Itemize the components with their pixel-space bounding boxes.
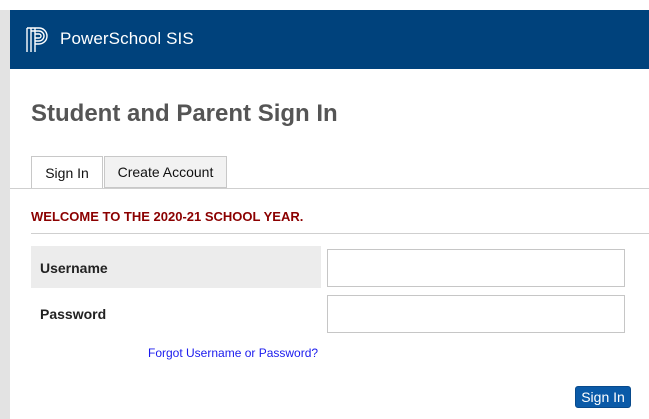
tab-sign-in-label: Sign In — [45, 164, 89, 181]
tab-create-account[interactable]: Create Account — [104, 156, 227, 188]
app-title: PowerSchool SIS — [60, 29, 194, 48]
sign-in-button[interactable]: Sign In — [575, 386, 631, 408]
welcome-divider — [31, 233, 649, 234]
powerschool-p-logo-icon — [26, 27, 48, 52]
tabs-divider — [10, 188, 649, 189]
tab-create-account-label: Create Account — [117, 164, 214, 180]
tab-sign-in[interactable]: Sign In — [31, 156, 103, 189]
password-label: Password — [40, 306, 107, 322]
forgot-credentials-link[interactable]: Forgot Username or Password? — [148, 346, 318, 360]
app-header: PowerSchool SIS — [10, 10, 649, 69]
page-title: Student and Parent Sign In — [31, 100, 338, 127]
welcome-message: WELCOME TO THE 2020-21 SCHOOL YEAR. — [31, 209, 304, 224]
left-border — [0, 10, 10, 419]
password-input[interactable] — [327, 295, 625, 333]
top-strip — [0, 0, 649, 10]
username-label: Username — [40, 260, 108, 276]
username-input[interactable] — [327, 249, 625, 287]
